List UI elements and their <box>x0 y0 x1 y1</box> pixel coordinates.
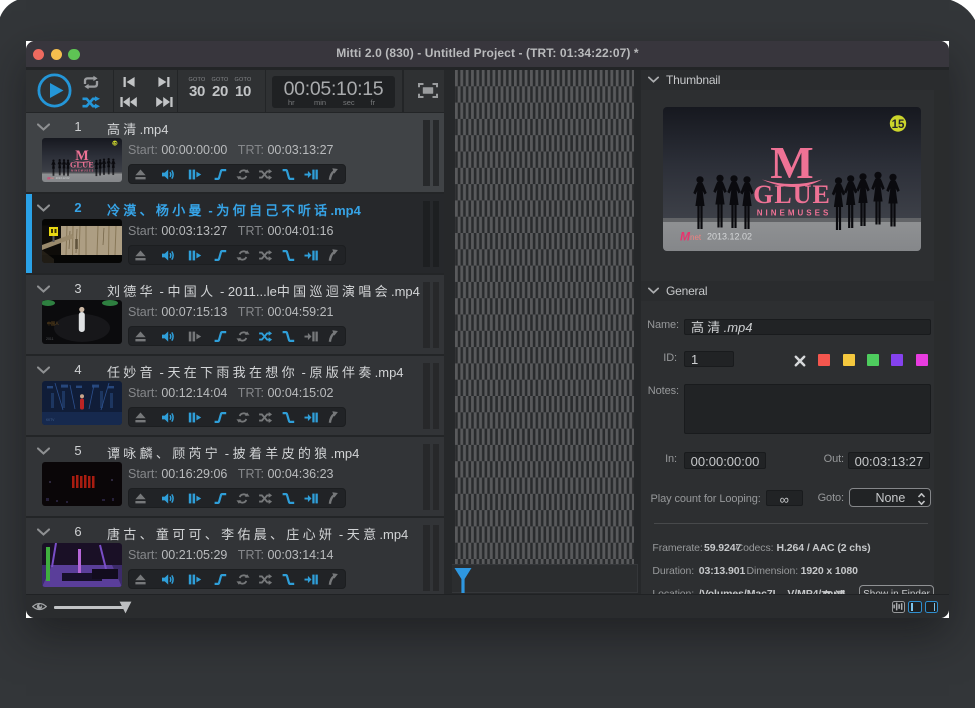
svg-text:中国人: 中国人 <box>47 320 59 326</box>
svg-text:15: 15 <box>892 118 905 130</box>
svg-text:KKTV: KKTV <box>46 418 55 422</box>
svg-text:net: net <box>690 233 702 242</box>
svg-text:2011: 2011 <box>46 337 54 341</box>
svg-text:2013.12.02: 2013.12.02 <box>707 231 752 241</box>
svg-text:NINEMUSES: NINEMUSES <box>757 208 832 217</box>
svg-text:GLUE: GLUE <box>753 180 831 209</box>
